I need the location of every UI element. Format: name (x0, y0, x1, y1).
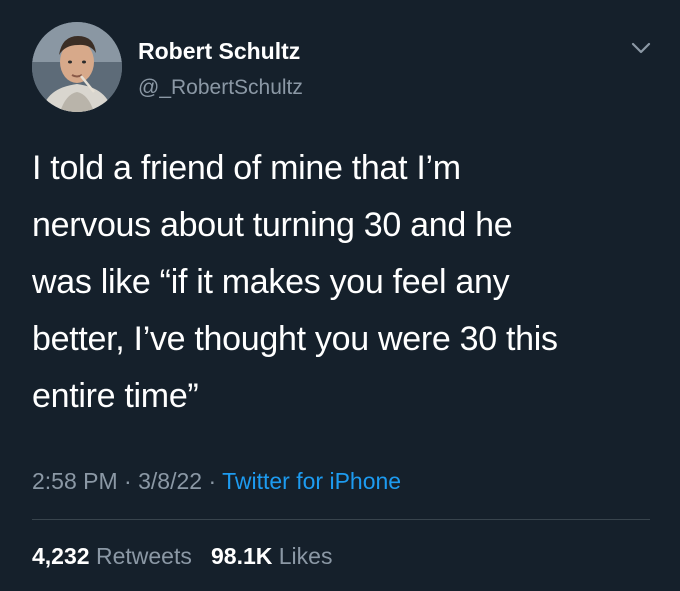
retweets-label: Retweets (95, 543, 192, 569)
retweets-count: 4,232 (32, 543, 90, 569)
retweets-stat[interactable]: 4,232 Retweets (32, 543, 192, 569)
tweet-stats: 4,232 Retweets 98.1K Likes (32, 543, 332, 570)
author-name[interactable]: Robert Schultz (138, 38, 300, 65)
more-options-button[interactable] (630, 40, 652, 56)
tweet-text: I told a friend of mine that I’m nervous… (32, 149, 558, 415)
tweet-card: Robert Schultz @_RobertSchultz I told a … (0, 0, 680, 591)
tweet-time[interactable]: 2:58 PM (32, 468, 118, 494)
likes-stat[interactable]: 98.1K Likes (211, 543, 332, 569)
divider (32, 519, 650, 520)
avatar[interactable] (32, 22, 122, 112)
author-handle[interactable]: @_RobertSchultz (138, 76, 303, 100)
tweet-source-link[interactable]: Twitter for iPhone (222, 468, 401, 494)
chevron-down-icon (631, 42, 651, 54)
meta-separator: · (124, 468, 132, 494)
tweet-date[interactable]: 3/8/22 (138, 468, 202, 494)
likes-count: 98.1K (211, 543, 273, 569)
likes-label: Likes (278, 543, 333, 569)
tweet-metadata: 2:58 PM · 3/8/22 · Twitter for iPhone (32, 468, 401, 495)
profile-photo-icon (32, 22, 122, 112)
meta-separator: · (208, 468, 217, 494)
